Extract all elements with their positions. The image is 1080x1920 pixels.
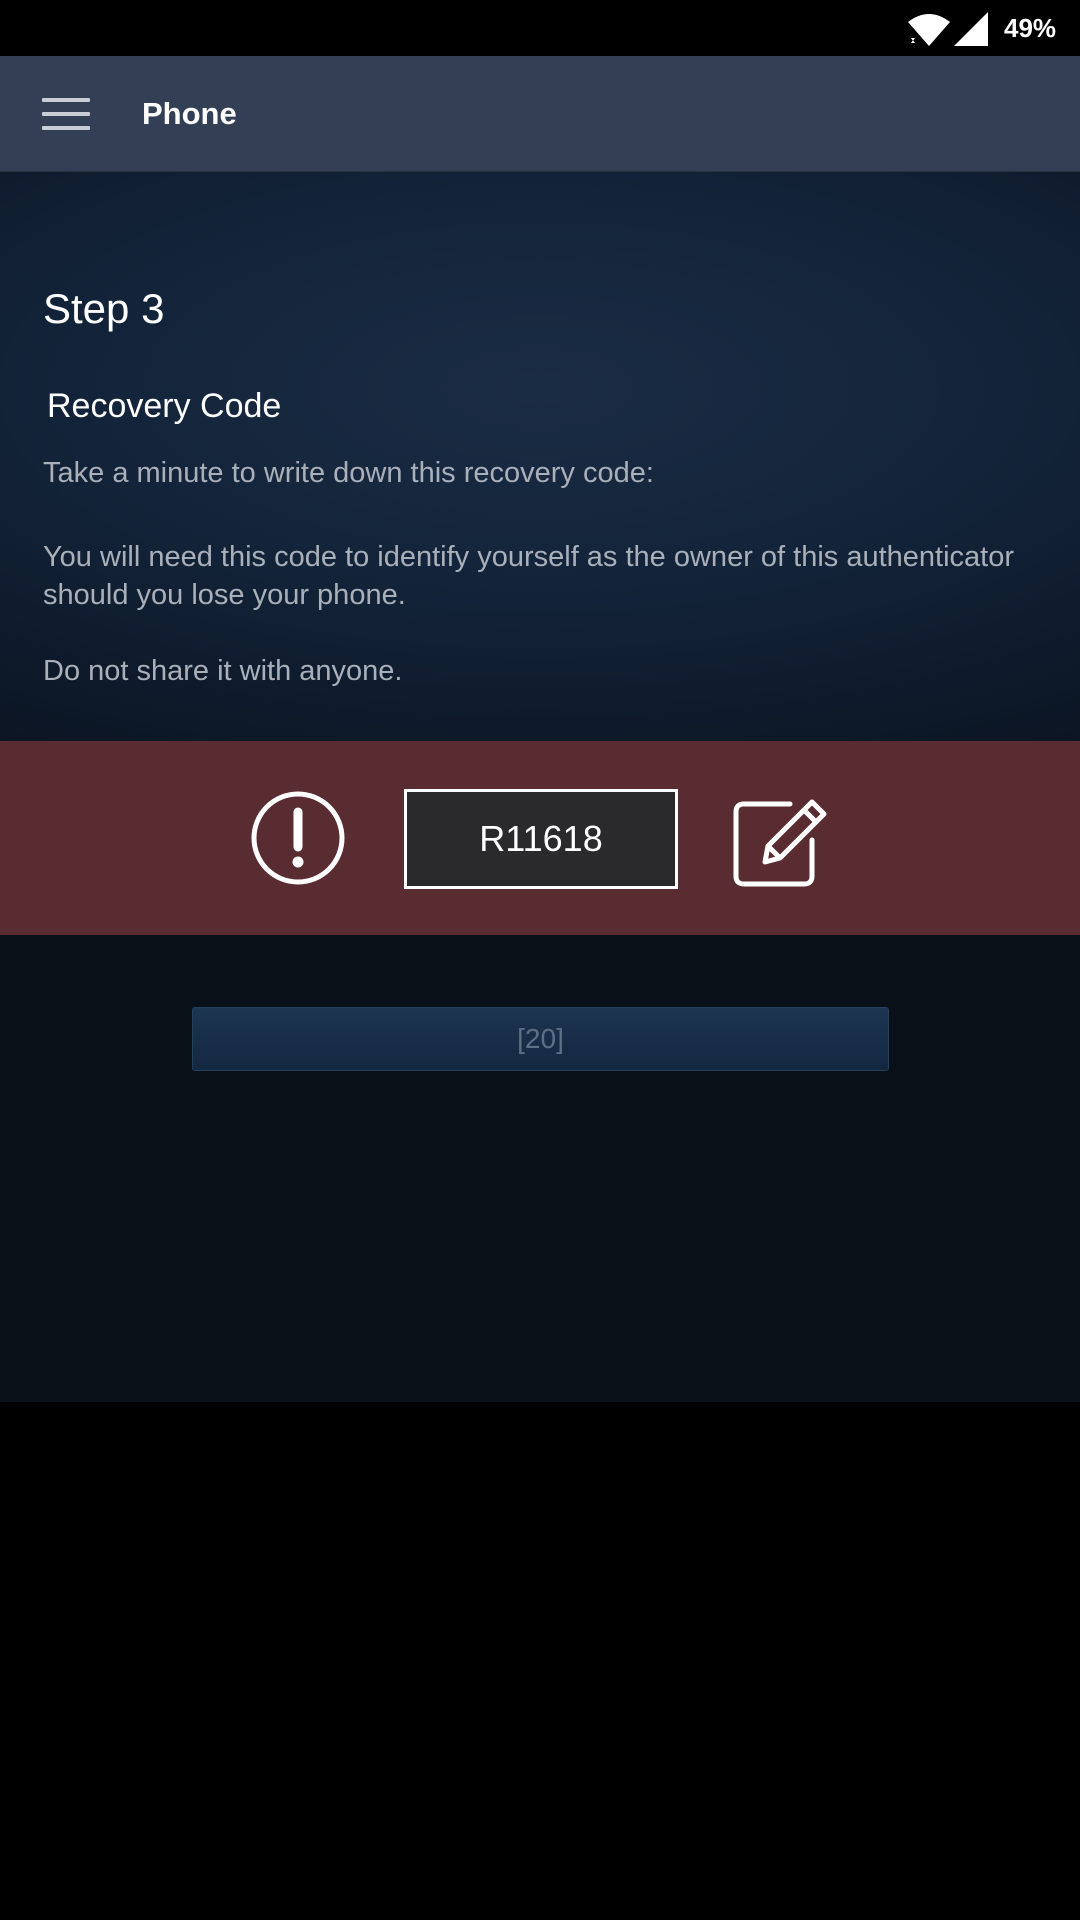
section-title: Recovery Code: [47, 387, 282, 425]
step-title: Step 3: [43, 285, 165, 332]
app-bar-title: Phone: [142, 96, 237, 131]
edit-icon[interactable]: [732, 790, 830, 888]
instruction-text: Take a minute to write down this recover…: [43, 457, 654, 489]
recovery-code-band: R11618: [0, 741, 1080, 935]
screen: 49% Phone Step 3 Recovery Code Take a mi…: [0, 0, 1080, 1920]
battery-percentage: 49%: [1004, 13, 1057, 43]
instruction-text: Do not share it with anyone.: [43, 655, 403, 687]
instruction-text: You will need this code to identify your…: [43, 541, 1015, 611]
menu-line: [42, 98, 90, 102]
alert-circle-icon: [251, 791, 345, 885]
cell-signal-icon: [954, 12, 988, 46]
hamburger-menu-icon[interactable]: [30, 82, 100, 146]
countdown-button[interactable]: [20]: [192, 1007, 889, 1071]
recovery-code: R11618: [404, 789, 678, 889]
lower-panel: [20]: [0, 935, 1080, 1402]
recovery-content: Step 3 Recovery Code Take a minute to wr…: [0, 172, 1080, 741]
app-bar: Phone: [0, 56, 1080, 173]
wifi-icon: [908, 14, 950, 46]
menu-line: [42, 112, 90, 116]
status-bar: 49%: [0, 0, 1080, 56]
menu-line: [42, 126, 90, 130]
